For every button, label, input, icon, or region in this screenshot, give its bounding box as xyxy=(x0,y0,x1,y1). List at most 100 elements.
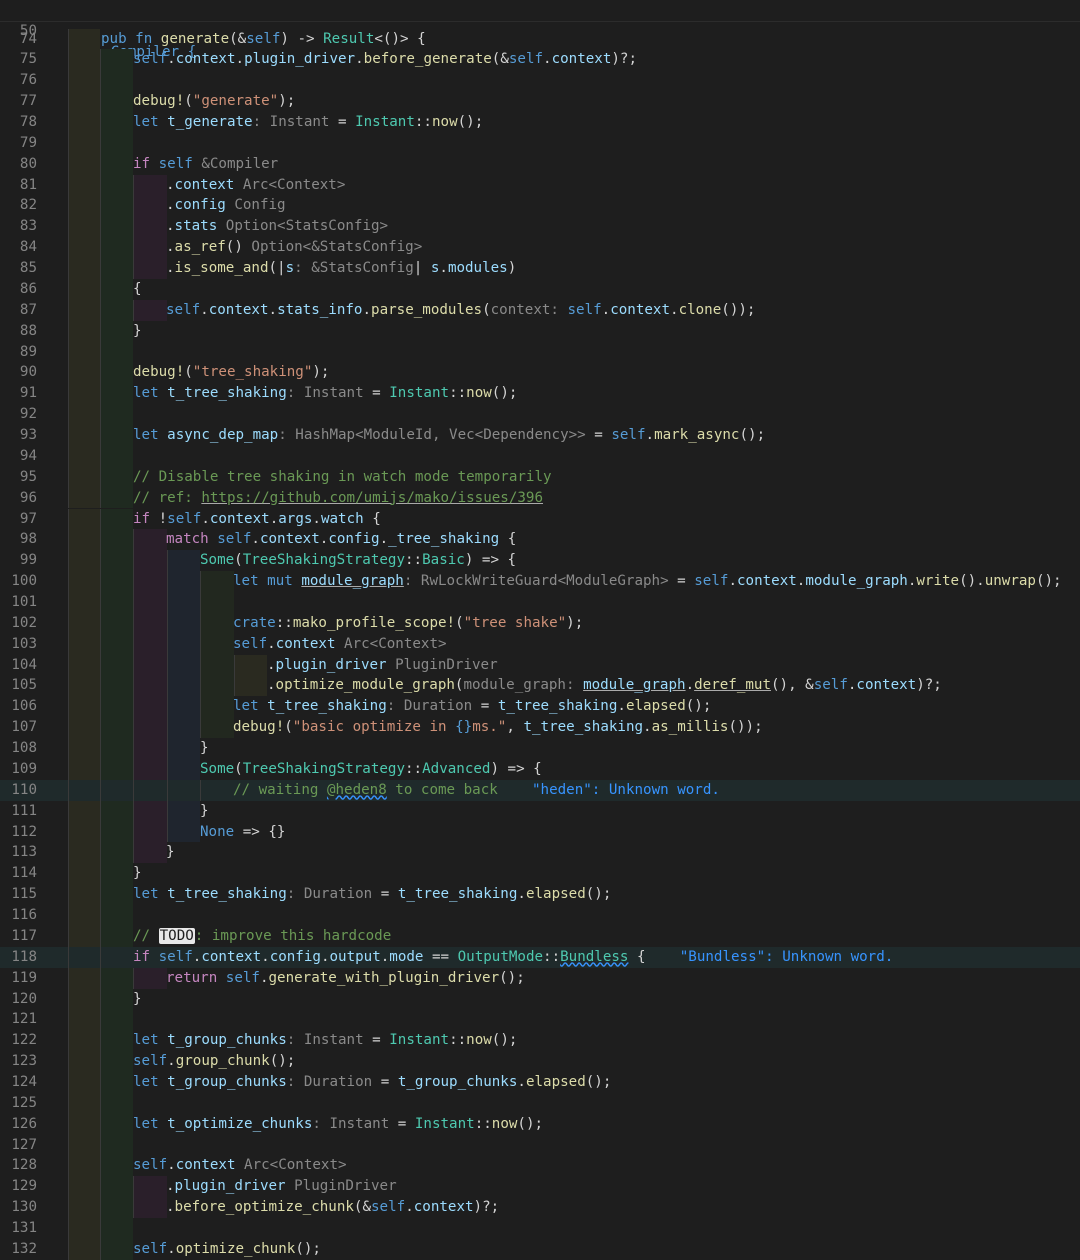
code-line[interactable]: 116 xyxy=(0,905,1080,926)
code-token: module_graph xyxy=(583,677,686,694)
code-token: let xyxy=(133,385,168,402)
indent-line xyxy=(68,800,69,822)
code-line[interactable]: 84 .as_ref() Option<&StatsConfig> xyxy=(0,237,1080,259)
code-line[interactable]: 104 .plugin_driver PluginDriver xyxy=(0,654,1080,676)
code-token: (& xyxy=(229,30,247,47)
code-line[interactable]: 96 // ref: https://github.com/umijs/mako/… xyxy=(0,487,1080,509)
code-line[interactable]: 74 pub fn generate(&self) -> Result<()> { xyxy=(0,28,1080,50)
indent-guide xyxy=(133,258,167,279)
indent-line xyxy=(100,320,101,342)
line-code: } xyxy=(200,801,209,822)
code-line[interactable]: 112 None => {} xyxy=(0,821,1080,843)
code-line[interactable]: 99 Some(TreeShakingStrategy::Basic) => { xyxy=(0,550,1080,572)
line-code: self.context.plugin_driver.before_genera… xyxy=(133,49,637,70)
code-line[interactable]: 129 .plugin_driver PluginDriver xyxy=(0,1176,1080,1198)
code-line[interactable]: 85 .is_some_and(|s: &StatsConfig| s.modul… xyxy=(0,258,1080,279)
code-line[interactable]: 107 debug!("basic optimize in {}ms.", t_t… xyxy=(0,717,1080,739)
code-line[interactable]: 105 .optimize_module_graph(module_graph: … xyxy=(0,675,1080,697)
line-number: 82 xyxy=(19,197,37,214)
indent-line xyxy=(68,111,69,133)
code-line[interactable]: 83 .stats Option<StatsConfig> xyxy=(0,216,1080,238)
code-line[interactable]: 110 // waiting @heden8 to come back "hede… xyxy=(0,779,1080,801)
indent-guide xyxy=(100,947,133,968)
code-line[interactable]: 124 let t_group_chunks: Duration = t_grou… xyxy=(0,1072,1080,1093)
code-line[interactable]: 93 let async_dep_map: HashMap<ModuleId, V… xyxy=(0,425,1080,446)
code-token: // Disable tree shaking in watch mode te… xyxy=(133,468,552,485)
indent-line xyxy=(100,529,101,551)
code-line[interactable]: 81 .context Arc<Context> xyxy=(0,174,1080,196)
code-line[interactable]: 113} xyxy=(0,842,1080,864)
code-line[interactable]: 89 xyxy=(0,341,1080,363)
code-token: . xyxy=(166,176,175,193)
code-token: // xyxy=(133,927,159,944)
indent-line xyxy=(133,195,134,217)
code-token: module_graph: xyxy=(463,677,584,694)
code-token: : Instant xyxy=(252,113,330,130)
code-line[interactable]: 131 xyxy=(0,1218,1080,1239)
code-line[interactable]: 115 let t_tree_shaking: Duration = t_tree… xyxy=(0,884,1080,906)
code-line[interactable]: 132 self.optimize_chunk(); xyxy=(0,1238,1080,1260)
code-token: . xyxy=(267,656,276,673)
indent-line xyxy=(68,1009,69,1031)
code-line[interactable]: 126 let t_optimize_chunks: Instant = Inst… xyxy=(0,1113,1080,1135)
code-token: context xyxy=(413,1199,474,1216)
code-line[interactable]: 86 { xyxy=(0,278,1080,300)
code-token: context: xyxy=(490,301,568,318)
code-line[interactable]: 125 xyxy=(0,1092,1080,1114)
code-token: if xyxy=(133,510,159,527)
indent-guide xyxy=(133,654,167,676)
code-line[interactable]: 108} xyxy=(0,738,1080,759)
indent-line xyxy=(133,591,134,613)
code-line[interactable]: 101 xyxy=(0,591,1080,613)
code-line[interactable]: 90 debug!("tree_shaking"); xyxy=(0,362,1080,384)
code-line[interactable]: 100 let mut module_graph: RwLockWriteGuar… xyxy=(0,571,1080,592)
indent-guide xyxy=(133,612,167,634)
code-token: (); xyxy=(685,698,712,715)
code-line[interactable]: 94 xyxy=(0,445,1080,467)
indent-line xyxy=(100,111,101,133)
code-line[interactable]: 91 let t_tree_shaking: Instant = Instant:… xyxy=(0,383,1080,405)
code-line[interactable]: 82 .config Config xyxy=(0,195,1080,217)
indent-line xyxy=(68,299,69,321)
code-line[interactable]: 95 // Disable tree shaking in watch mode … xyxy=(0,466,1080,488)
code-line[interactable]: 92 xyxy=(0,404,1080,426)
code-line[interactable]: 77 debug!("generate"); xyxy=(0,91,1080,112)
sticky-scroll-header[interactable]: 50 impl Compiler { xyxy=(0,0,1080,60)
indent-line xyxy=(167,654,168,676)
code-line[interactable]: 88} xyxy=(0,320,1080,342)
code-line[interactable]: 97 if !self.context.args.watch { xyxy=(0,508,1080,530)
code-line[interactable]: 79 xyxy=(0,132,1080,154)
code-line[interactable]: 102 crate::mako_profile_scope!("tree shak… xyxy=(0,612,1080,634)
code-line[interactable]: 123 self.group_chunk(); xyxy=(0,1051,1080,1072)
line-code: None => {} xyxy=(200,822,285,843)
code-line[interactable]: 80 if self &Compiler xyxy=(0,153,1080,175)
code-line[interactable]: 87 self.context.stats_info.parse_modules(… xyxy=(0,299,1080,321)
code-line[interactable]: 122 let t_group_chunks: Instant = Instant… xyxy=(0,1030,1080,1052)
code-line[interactable]: 106 let t_tree_shaking: Duration = t_tree… xyxy=(0,696,1080,718)
code-line[interactable]: 127 xyxy=(0,1134,1080,1156)
code-token: = xyxy=(363,1032,390,1049)
indent-guide xyxy=(100,675,133,697)
line-number: 112 xyxy=(11,823,37,840)
code-token: => {} xyxy=(234,823,286,840)
code-line[interactable]: 120} xyxy=(0,988,1080,1010)
code-editor[interactable]: 50 impl Compiler { 74pub fn generate(&se… xyxy=(0,0,1080,1260)
line-number: 120 xyxy=(11,990,37,1007)
code-line[interactable]: 76 xyxy=(0,70,1080,92)
code-token: (). xyxy=(959,573,985,590)
code-line[interactable]: 109 Some(TreeShakingStrategy::Advanced) =… xyxy=(0,758,1080,780)
code-line[interactable]: 75 self.context.plugin_driver.before_gene… xyxy=(0,49,1080,71)
code-line[interactable]: 111} xyxy=(0,800,1080,822)
code-line[interactable]: 128 self.context Arc<Context> xyxy=(0,1155,1080,1177)
code-line[interactable]: 78 let t_generate: Instant = Instant::now… xyxy=(0,111,1080,133)
code-line[interactable]: 119 return self.generate_with_plugin_driv… xyxy=(0,967,1080,989)
code-line[interactable]: 103 self.context Arc<Context> xyxy=(0,633,1080,655)
code-line[interactable]: 117 // TODO: improve this hardcode xyxy=(0,925,1080,947)
indent-line xyxy=(100,1113,101,1135)
code-line[interactable]: 118 if self.context.config.output.mode ==… xyxy=(0,946,1080,968)
code-line[interactable]: 130 .before_optimize_chunk(&self.context)… xyxy=(0,1197,1080,1219)
code-line[interactable]: 121 xyxy=(0,1009,1080,1031)
code-line[interactable]: 114} xyxy=(0,863,1080,885)
code-line[interactable]: 98 match self.context.config._tree_shakin… xyxy=(0,529,1080,551)
line-code: debug!("basic optimize in {}ms.", t_tree… xyxy=(233,717,763,738)
